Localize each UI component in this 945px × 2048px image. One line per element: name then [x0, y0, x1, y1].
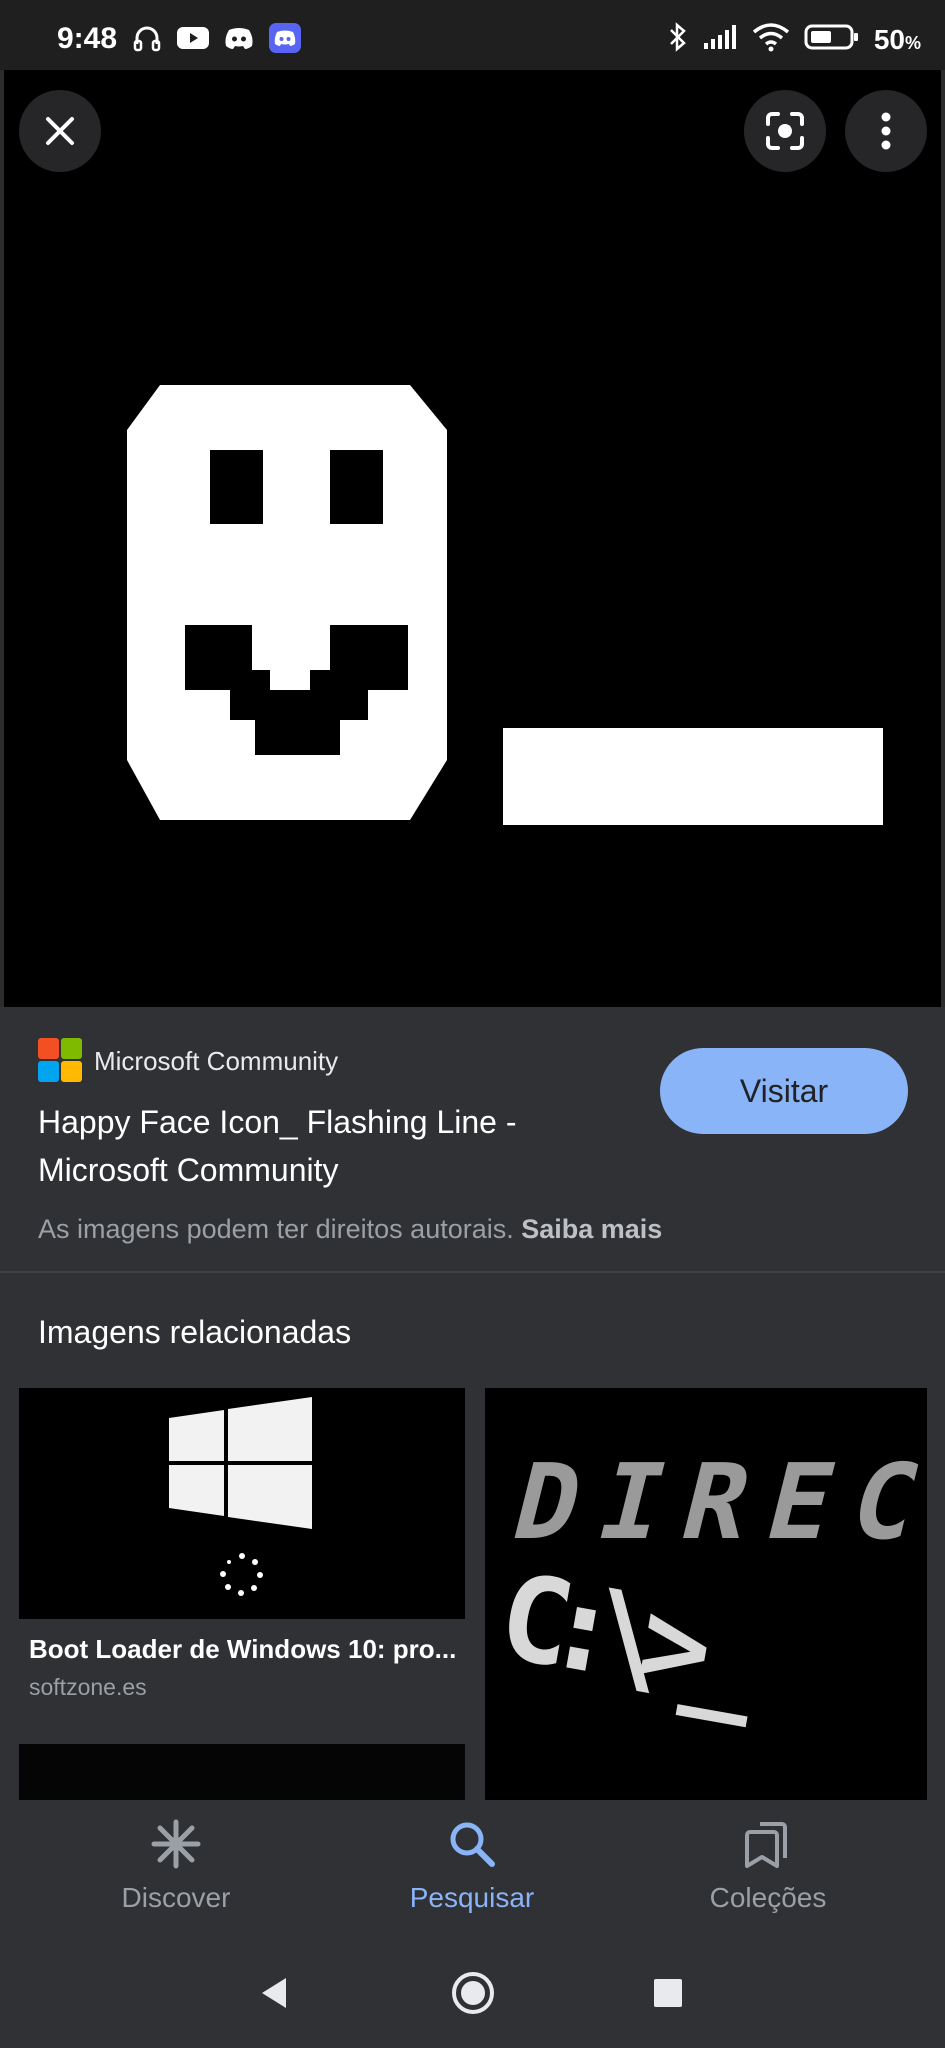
command-prompt-image: DIREC C:\>_ [485, 1388, 927, 1800]
discord-icon [222, 24, 256, 52]
nav-collections[interactable]: Coleções [658, 1818, 878, 1928]
cursor-line [503, 728, 883, 825]
asterisk-icon [151, 1819, 201, 1869]
image-viewer[interactable] [0, 70, 945, 1007]
close-button[interactable] [19, 90, 101, 172]
status-notification-icons [130, 23, 302, 53]
viewer-edge [0, 70, 4, 1007]
nav-discover-label: Discover [121, 1882, 231, 1913]
related-heading: Imagens relacionadas [38, 1314, 352, 1350]
copyright-notice: As imagens podem ter direitos autorais. … [38, 1214, 662, 1245]
source-name[interactable]: Microsoft Community [94, 1046, 338, 1077]
status-time: 9:48 [57, 22, 118, 55]
collections-icon [745, 1822, 787, 1868]
battery-percent: 50% [873, 23, 921, 55]
close-icon [46, 117, 74, 145]
related-image-card[interactable] [19, 1388, 465, 1619]
smiley-left-eye [210, 450, 263, 524]
back-button[interactable] [249, 1968, 299, 2018]
copyright-text: As imagens podem ter direitos autorais. [38, 1214, 514, 1244]
related-image-card[interactable]: DIREC C:\>_ [485, 1388, 927, 1800]
recents-button[interactable] [643, 1968, 693, 2018]
wifi-icon [752, 22, 790, 57]
viewer-edge [941, 70, 945, 1007]
microsoft-logo-icon [38, 1038, 82, 1082]
status-system-icons: 50% [668, 22, 921, 57]
related-card-title[interactable]: Boot Loader de Windows 10: pro... [29, 1634, 459, 1665]
lens-icon [766, 112, 804, 150]
nav-discover[interactable]: Discover [66, 1818, 286, 1928]
more-options-button[interactable] [845, 90, 927, 172]
back-triangle-icon [262, 1978, 286, 2008]
discord-app-icon [268, 23, 302, 53]
battery-icon [804, 23, 860, 56]
status-bar: 9:48 50% [0, 0, 945, 70]
windows-boot-image [19, 1388, 465, 1619]
smiley-right-eye [330, 450, 383, 524]
headphones-icon [130, 24, 164, 52]
recents-square-icon [654, 1979, 682, 2007]
home-circle-icon [452, 1972, 494, 2014]
home-button[interactable] [448, 1968, 498, 2018]
nav-search-label: Pesquisar [409, 1882, 535, 1913]
windows-logo-icon [169, 1410, 224, 1461]
search-icon [450, 1822, 495, 1867]
result-title[interactable]: Happy Face Icon_ Flashing Line - Microso… [38, 1098, 598, 1194]
related-image-card[interactable] [19, 1744, 465, 1800]
nav-search[interactable]: Pesquisar [362, 1818, 582, 1928]
youtube-icon [176, 24, 210, 52]
learn-more-link[interactable]: Saiba mais [521, 1214, 662, 1244]
signal-icon [702, 23, 738, 56]
visit-button[interactable]: Visitar [660, 1048, 908, 1134]
bluetooth-icon [668, 22, 688, 57]
lens-button[interactable] [744, 90, 826, 172]
nav-collections-label: Coleções [709, 1882, 827, 1913]
more-vert-icon [881, 112, 891, 150]
preview-image [0, 70, 945, 1007]
related-card-source: softzone.es [29, 1674, 147, 1700]
